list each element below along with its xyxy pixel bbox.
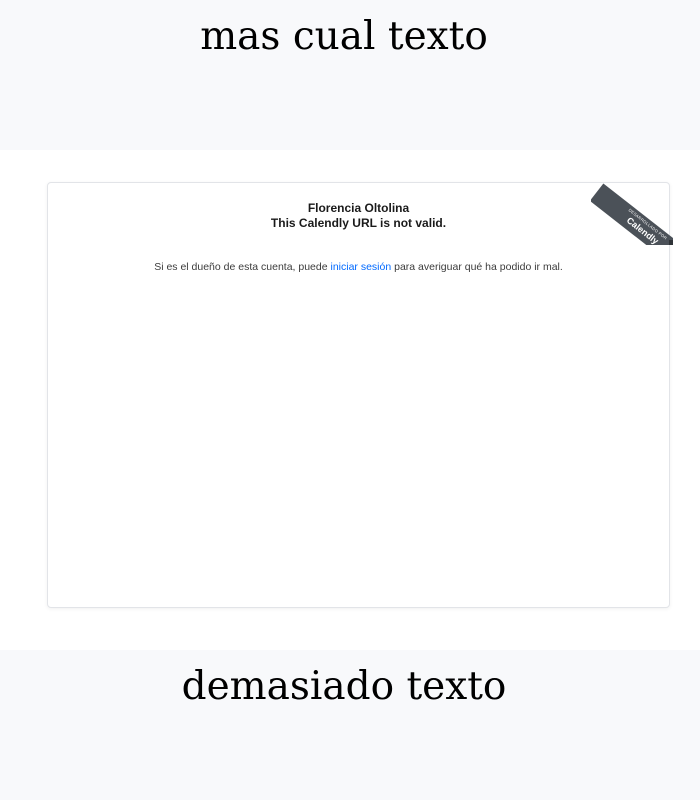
calendly-embed-card: DESARROLLADO POR Calendly Florencia Olto… [47, 182, 673, 608]
invalid-url-message: This Calendly URL is not valid. [270, 216, 447, 230]
top-heading: mas cual texto [200, 14, 488, 59]
top-section: mas cual texto [0, 0, 700, 150]
owner-help-note: Si es el dueño de esta cuenta, puede ini… [48, 261, 669, 273]
owner-note-suffix: para averiguar qué ha podido ir mal. [391, 261, 563, 273]
owner-name: Florencia Oltolina [307, 201, 410, 215]
bottom-heading: demasiado texto [181, 664, 507, 709]
owner-note-prefix: Si es el dueño de esta cuenta, puede [154, 261, 331, 273]
ribbon-fold [669, 240, 673, 245]
bottom-section: demasiado texto [0, 650, 700, 800]
calendly-embed-section: DESARROLLADO POR Calendly Florencia Olto… [0, 150, 700, 650]
login-link[interactable]: iniciar sesión [331, 261, 392, 273]
